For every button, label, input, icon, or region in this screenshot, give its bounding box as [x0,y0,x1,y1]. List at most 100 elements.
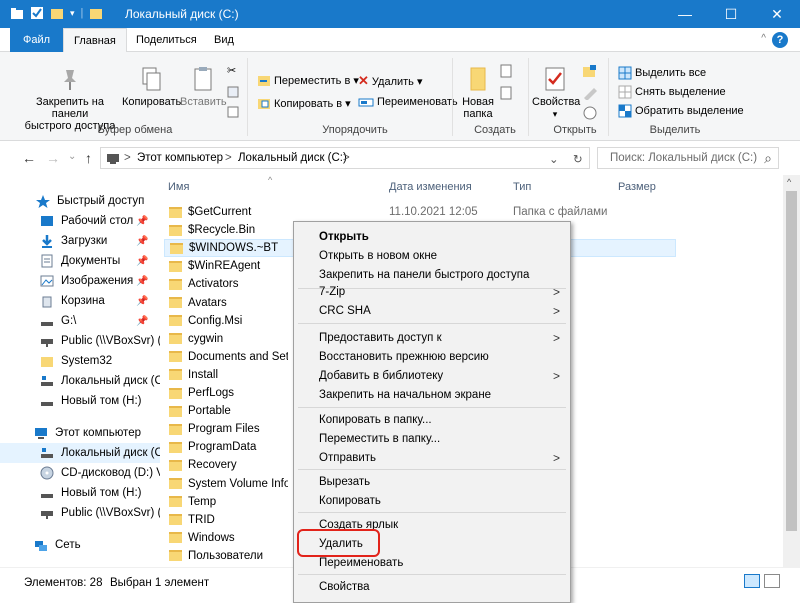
scroll-up-icon[interactable]: ^ [787,177,791,187]
address-bar[interactable]: > Этот компьютер > Локальный диск (C:) >… [100,147,590,169]
copy-path-icon[interactable] [227,86,239,98]
sidebar-item-recycle-bin[interactable]: Корзина 📌 [0,291,160,311]
menu-item-restore-previous[interactable]: Восстановить прежнюю версию [295,348,570,367]
network-drive-icon [40,506,56,520]
up-button[interactable]: ↑ [85,150,92,166]
copy-to-button[interactable]: Копировать в ▾ [257,96,351,110]
tab-view[interactable]: Вид [204,28,244,52]
search-input[interactable]: Поиск: Локальный диск (C:) [610,152,757,164]
sidebar-item-new-volume[interactable]: Новый том (H:) [0,483,160,503]
menu-item-send-to[interactable]: Отправить > [295,449,570,468]
sidebar-item-documents[interactable]: Документы 📌 [0,251,160,271]
recent-locations-button[interactable]: ⌄ [68,151,76,162]
menu-item-open[interactable]: Открыть [295,228,570,247]
sidebar-item-public-share[interactable]: Public (\\VBoxSvr) ( [0,331,160,351]
invert-selection-button[interactable]: Обратить выделение [618,104,744,118]
sidebar-label: Этот компьютер [55,427,141,439]
menu-item-label: Восстановить прежнюю версию [319,351,489,363]
menu-item-7zip[interactable]: 7-Zip > [295,283,570,302]
menu-item-add-to-library[interactable]: Добавить в библиотеку > [295,367,570,386]
menu-item-copy[interactable]: Копировать [295,492,570,511]
crumb-local-disk[interactable]: Локальный диск (C:) [238,152,347,164]
sidebar-item-local-disk-pinned[interactable]: Локальный диск (C [0,371,160,391]
close-button[interactable]: ✕ [754,0,800,28]
menu-item-cut[interactable]: Вырезать [295,473,570,492]
sidebar-item-system32[interactable]: System32 [0,351,160,371]
select-none-button[interactable]: Снять выделение [618,85,726,99]
back-button[interactable]: ← [22,150,36,166]
menu-item-open-new-window[interactable]: Открыть в новом окне [295,247,570,266]
file-name: Activators [188,278,239,291]
file-date: 11.10.2021 12:05 [389,206,478,218]
new-folder-quick-icon[interactable] [50,6,64,20]
menu-item-pin-start[interactable]: Закрепить на начальном экране [295,386,570,405]
collapse-ribbon-icon[interactable]: ^ [761,33,766,44]
customize-quick-access-icon[interactable]: ▾ [70,8,75,19]
forward-button[interactable]: → [46,150,60,166]
copy-button[interactable]: Копировать [122,66,181,108]
column-type[interactable]: Тип [513,181,531,193]
sidebar-item-this-pc[interactable]: Этот компьютер [0,423,160,443]
menu-item-crc-sha[interactable]: CRC SHA > [295,302,570,321]
vertical-scrollbar[interactable]: ^ [783,175,800,567]
open-dropdown-icon[interactable] [582,64,600,78]
sidebar-item-public-network[interactable]: Public (\\VBoxSvr) ( [0,503,160,523]
file-name: Portable [188,405,231,418]
edit-icon[interactable] [582,86,600,100]
ribbon-tabs: Файл Главная Поделиться Вид ^ ? [0,28,800,53]
paste-shortcut-icon[interactable] [227,106,239,118]
help-icon[interactable]: ? [772,32,788,48]
details-view-icon[interactable] [744,574,760,588]
address-dropdown-icon[interactable]: ⌄ [549,152,559,166]
folder-icon [169,405,182,417]
column-size[interactable]: Размер [618,181,656,193]
properties-quick-icon[interactable] [30,6,44,20]
window-title: Локальный диск (C:) [125,7,239,21]
sidebar-item-desktop[interactable]: Рабочий стол 📌 [0,211,160,231]
submenu-arrow-icon: > [552,285,560,299]
column-date[interactable]: Дата изменения [389,181,472,193]
paste-button[interactable]: Вставить [180,66,227,108]
tab-home[interactable]: Главная [63,28,127,53]
crumb-this-pc[interactable]: Этот компьютер [137,152,223,164]
refresh-icon[interactable]: ↻ [573,152,583,166]
column-name[interactable]: Имя [168,181,189,193]
sidebar-item-downloads[interactable]: Загрузки 📌 [0,231,160,251]
crumb-separator: > [124,152,131,164]
tab-file[interactable]: Файл [10,28,63,52]
sidebar-item-local-disk[interactable]: Локальный диск (C [0,443,160,463]
sidebar-item-new-volume-pinned[interactable]: Новый том (H:) [0,391,160,411]
menu-item-move-to-folder[interactable]: Переместить в папку... [295,430,570,449]
maximize-button[interactable]: ☐ [708,0,754,28]
properties-icon [545,67,565,91]
new-folder-button[interactable]: Новая папка [458,66,498,120]
new-item-icon[interactable] [500,64,518,78]
file-row[interactable]: $GetCurrent 11.10.2021 12:05 Папка с файла… [164,203,676,221]
quick-access-toolbar: ▾ | [10,6,103,20]
delete-ribbon-button[interactable]: ✕ Удалить ▾ [358,73,422,89]
scrollbar-thumb[interactable] [786,191,797,531]
sidebar-item-quick-access[interactable]: Быстрый доступ [0,191,160,211]
properties-ribbon-button[interactable]: Свойства ▾ [532,66,580,120]
sidebar-item-g-drive[interactable]: G:\ 📌 [0,311,160,331]
search-box[interactable]: Поиск: Локальный диск (C:) ⌕ [597,147,779,169]
rename-button[interactable]: Переименовать [358,96,458,108]
pin-icon [64,70,76,90]
minimize-button[interactable]: — [662,0,708,28]
pin-quick-access-button[interactable]: Закрепить на панели быстрого доступа [20,66,120,132]
sidebar-item-cd-drive[interactable]: CD-дисковод (D:) V [0,463,160,483]
easy-access-icon[interactable] [500,86,518,100]
tab-share[interactable]: Поделиться [126,28,207,52]
menu-item-give-access[interactable]: Предоставить доступ к > [295,329,570,348]
cut-icon[interactable]: ✂ [227,64,236,77]
history-icon[interactable] [582,106,600,120]
sidebar-label: System32 [61,355,113,367]
select-all-button[interactable]: Выделить все [618,66,706,80]
sidebar-item-pictures[interactable]: Изображения 📌 [0,271,160,291]
menu-item-copy-to-folder[interactable]: Копировать в папку... [295,411,570,430]
large-icons-view-icon[interactable] [764,574,780,588]
sidebar-item-network[interactable]: Сеть [0,535,160,555]
menu-item-properties[interactable]: Свойства [295,578,570,597]
crumb-separator: > [225,152,232,164]
move-to-button[interactable]: Переместить в ▾ [257,73,359,87]
